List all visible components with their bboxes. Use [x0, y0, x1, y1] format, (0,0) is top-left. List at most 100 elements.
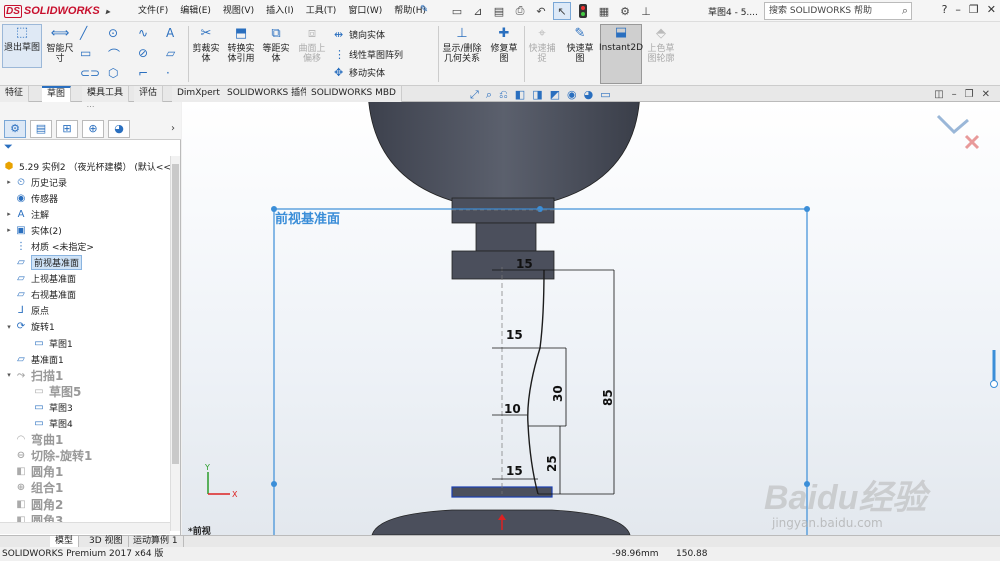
restore-icon[interactable]: ❐ — [969, 3, 979, 16]
tree-item[interactable]: ◧ 圆角1 — [4, 464, 63, 480]
plane-handle[interactable] — [271, 481, 277, 487]
menu-edit[interactable]: 编辑(E) — [174, 4, 217, 18]
tree-item[interactable]: ▭ 草图5 — [22, 383, 81, 399]
tree-item[interactable]: ◉ 传感器 — [4, 190, 58, 206]
show-delete-relations-button[interactable]: ⊥ 显示/删除几何关系 — [440, 26, 484, 64]
tree-scrollbar-thumb[interactable] — [172, 164, 179, 464]
tree-item[interactable]: ▱ 基准面1 — [4, 351, 64, 367]
tab-dimxpert[interactable]: DimXpert — [172, 86, 226, 102]
viewport-minimize-icon[interactable]: – — [952, 89, 957, 100]
cup-bowl[interactable] — [368, 102, 640, 205]
display-style-icon[interactable]: ◩ — [550, 88, 560, 102]
display-manager-tab-icon[interactable]: ◕ — [108, 119, 130, 138]
close-icon[interactable]: ✕ — [987, 3, 996, 16]
tree-item[interactable]: ▱ 右视基准面 — [4, 287, 76, 303]
save-icon[interactable]: ▤ — [490, 2, 508, 20]
plane-handle[interactable] — [537, 206, 543, 212]
stem-neck[interactable] — [475, 222, 537, 252]
select-icon[interactable]: ↖ — [553, 2, 571, 20]
tree-scrollbar[interactable] — [170, 156, 180, 531]
tree-hscrollbar[interactable] — [0, 522, 170, 534]
cancel-corner-icon[interactable] — [964, 134, 980, 150]
surface-offset-button[interactable]: ⧈ 曲面上偏移 — [295, 26, 329, 64]
tree-item[interactable]: ▾ ⟳ 旋转1 — [4, 319, 55, 335]
expand-arrow-icon[interactable]: ▸ — [4, 226, 14, 234]
tree-root[interactable]: ⬢ 5.29 实例2 （夜光杯建模） (默认<<默 — [2, 158, 180, 174]
smart-dimension-button[interactable]: ⟺ 智能尺寸 — [44, 26, 76, 64]
dimxpert-manager-tab-icon[interactable]: ⊕ — [82, 119, 104, 138]
panel-grip[interactable]: ⋯ — [0, 102, 181, 118]
undo-icon[interactable]: ↶ — [532, 2, 550, 20]
dim-height-25[interactable]: 25 — [545, 455, 559, 472]
rapid-sketch-button[interactable]: ✎ 快速草图 — [563, 26, 597, 64]
dim-height-85[interactable]: 85 — [601, 389, 615, 406]
menu-window[interactable]: 窗口(W) — [342, 4, 388, 18]
configuration-manager-tab-icon[interactable]: ⊞ — [56, 119, 78, 138]
spline-icon[interactable]: ∿ — [138, 26, 148, 40]
scene-icon[interactable]: ▭ — [600, 88, 610, 102]
expand-arrow-icon[interactable]: ▾ — [4, 371, 14, 379]
circle-icon[interactable]: ⊙ — [108, 26, 118, 40]
viewport-tile-icon[interactable]: ◫ — [934, 89, 943, 100]
dim-height-30[interactable]: 30 — [551, 385, 565, 402]
dim-mid-radius[interactable]: 15 — [506, 328, 523, 342]
tree-item[interactable]: ⊖ 切除-旋转1 — [4, 448, 93, 464]
instant2d-button[interactable]: ⬓ Instant2D — [599, 24, 643, 84]
line-icon[interactable]: ╱ — [80, 26, 87, 40]
repair-sketch-button[interactable]: ✚ 修复草图 — [488, 26, 520, 64]
tree-item[interactable]: ⅃ 原点 — [4, 303, 49, 319]
help-search-input[interactable]: 搜索 SOLIDWORKS 帮助 ⌕ — [764, 2, 912, 20]
tree-item[interactable]: ▸ ⏲ 历史记录 — [4, 174, 67, 190]
options-icon[interactable]: ⚙ — [616, 2, 634, 20]
coordinate-icon[interactable]: ⊥ — [637, 2, 655, 20]
file-properties-icon[interactable]: ▦ — [595, 2, 613, 20]
plane-sketch-icon[interactable]: ▱ — [166, 46, 175, 60]
cup-base[interactable] — [371, 509, 631, 535]
tree-item[interactable]: ▸ ▣ 实体(2) — [4, 222, 62, 238]
slot-icon[interactable]: ⊂⊃ — [80, 66, 100, 80]
tree-item[interactable]: ▱ 上视基准面 — [4, 271, 76, 287]
arc-icon[interactable]: ⌒ — [108, 46, 120, 63]
expand-arrow-icon[interactable]: ▸ — [4, 210, 14, 218]
new-icon[interactable]: ▭ — [448, 2, 466, 20]
print-icon[interactable]: ⎙ — [511, 2, 529, 20]
quick-snap-button[interactable]: ⌖ 快速捕捉 — [526, 26, 558, 64]
tree-item[interactable]: ▭ 草图4 — [22, 416, 72, 432]
tree-item[interactable]: ⋮ 材质 <未指定> — [4, 238, 94, 254]
shaded-sketch-button[interactable]: ⬘ 上色草图轮廓 — [645, 26, 677, 64]
menu-view[interactable]: 视图(V) — [217, 4, 260, 18]
view-orientation-icon[interactable]: ◨ — [532, 88, 542, 102]
mirror-button[interactable]: ⇹ 镜向实体 — [334, 28, 385, 41]
tree-item[interactable]: ▱ 前视基准面 — [4, 255, 83, 271]
polygon-icon[interactable]: ⬡ — [108, 66, 118, 80]
tree-item[interactable]: ◠ 弯曲1 — [4, 432, 63, 448]
tree-item[interactable]: ▾ ⤳ 扫描1 — [4, 367, 63, 383]
viewport-close-icon[interactable]: ✕ — [982, 89, 990, 100]
menu-insert[interactable]: 插入(I) — [260, 4, 300, 18]
help-icon[interactable]: ? — [942, 3, 948, 16]
appearance-icon[interactable]: ◕ — [584, 88, 594, 102]
previous-view-icon[interactable]: ⎌ — [499, 88, 508, 102]
dim-top-radius[interactable]: 15 — [516, 257, 533, 271]
ellipse-icon[interactable]: ⊘ — [138, 46, 148, 60]
viewport-restore-icon[interactable]: ❐ — [965, 89, 974, 100]
tab-mold-tools[interactable]: 模具工具 — [82, 86, 130, 102]
tree-item[interactable]: ▭ 草图1 — [22, 335, 72, 351]
plane-handle[interactable] — [804, 206, 810, 212]
zoom-area-icon[interactable]: ⌕ — [486, 88, 492, 102]
tab-sketch[interactable]: 草图 — [42, 86, 72, 102]
tab-mbd[interactable]: SOLIDWORKS MBD — [306, 86, 402, 102]
rectangle-icon[interactable]: ▭ — [80, 46, 91, 60]
tab-evaluate[interactable]: 评估 — [134, 86, 164, 102]
tree-item[interactable]: ⊕ 组合1 — [4, 480, 64, 496]
rebuild-icon[interactable] — [574, 2, 592, 20]
tree-item[interactable]: ◧ 圆角2 — [4, 496, 63, 512]
section-view-icon[interactable]: ◧ — [515, 88, 525, 102]
offset-entities-button[interactable]: ⧉ 等距实体 — [260, 26, 292, 64]
stem-ring-bottom[interactable] — [451, 250, 555, 280]
open-icon[interactable]: ⊿ — [469, 2, 487, 20]
tab-features[interactable]: 特征 — [0, 86, 30, 102]
menu-file[interactable]: 文件(F) — [132, 4, 174, 18]
trim-button[interactable]: ✂ 剪裁实体 — [190, 26, 222, 64]
tab-addins[interactable]: SOLIDWORKS 插件 — [222, 86, 316, 102]
